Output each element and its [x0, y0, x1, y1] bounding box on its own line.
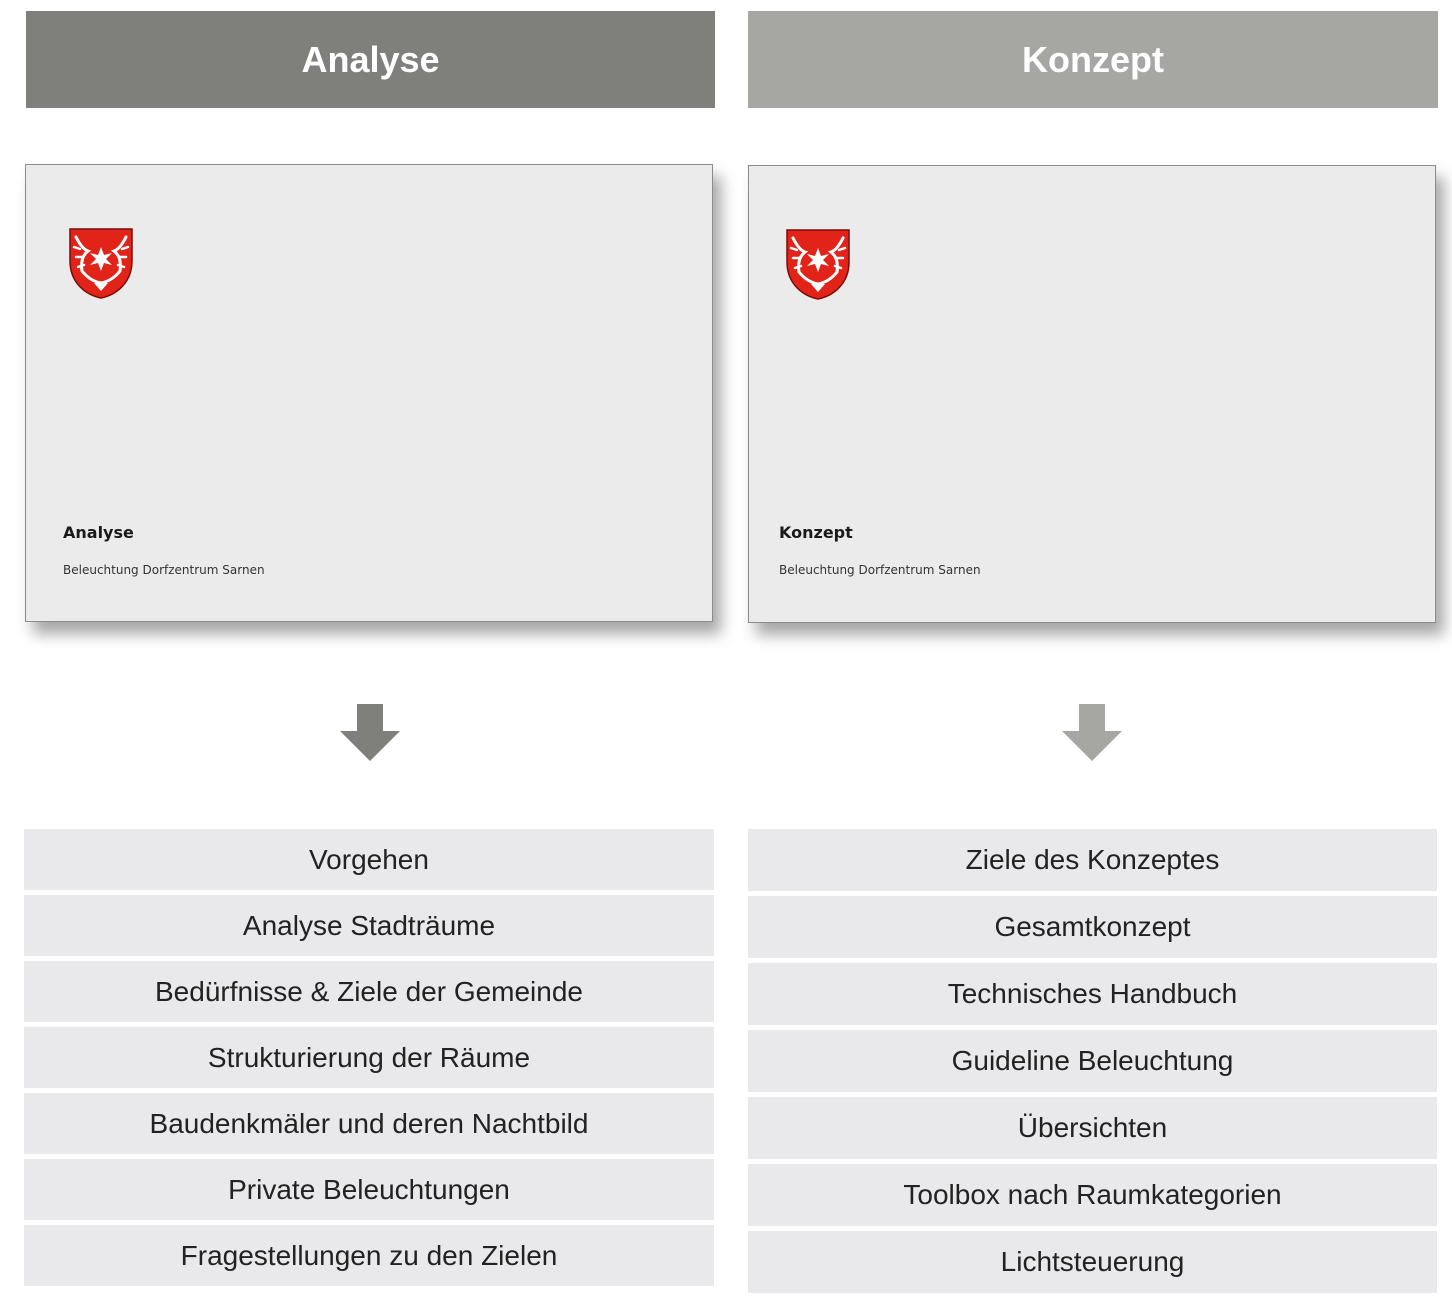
- list-item: Fragestellungen zu den Zielen: [24, 1225, 714, 1286]
- list-item: Guideline Beleuchtung: [748, 1030, 1437, 1092]
- list-item: Technisches Handbuch: [748, 963, 1437, 1025]
- analyse-column: Analyse Analyse Beleuchtung Dorfzentrum …: [24, 0, 715, 1286]
- cover-title: Konzept: [779, 523, 853, 542]
- document-cover: Analyse Beleuchtung Dorfzentrum Sarnen: [25, 164, 713, 622]
- list-item: Toolbox nach Raumkategorien: [748, 1164, 1437, 1226]
- list-item: Vorgehen: [24, 829, 714, 890]
- list-item: Private Beleuchtungen: [24, 1159, 714, 1220]
- arrow-down-icon: [1062, 704, 1122, 761]
- list-item: Bedürfnisse & Ziele der Gemeinde: [24, 961, 714, 1022]
- coat-of-arms-icon: [69, 228, 133, 299]
- list-item: Analyse Stadträume: [24, 895, 714, 956]
- column-header: Konzept: [748, 11, 1438, 108]
- list-item: Gesamtkonzept: [748, 896, 1437, 958]
- topic-list: Vorgehen Analyse Stadträume Bedürfnisse …: [24, 829, 714, 1291]
- arrow-down-icon: [340, 704, 400, 761]
- konzept-column: Konzept Konzept Beleuchtung Dorfzentrum …: [748, 0, 1438, 1293]
- cover-subtitle: Beleuchtung Dorfzentrum Sarnen: [63, 563, 265, 577]
- list-item: Übersichten: [748, 1097, 1437, 1159]
- cover-subtitle: Beleuchtung Dorfzentrum Sarnen: [779, 563, 981, 577]
- cover-title: Analyse: [63, 523, 134, 542]
- list-item: Strukturierung der Räume: [24, 1027, 714, 1088]
- list-item: Ziele des Konzeptes: [748, 829, 1437, 891]
- topic-list: Ziele des Konzeptes Gesamtkonzept Techni…: [748, 829, 1437, 1298]
- list-item: Lichtsteuerung: [748, 1231, 1437, 1293]
- coat-of-arms-icon: [786, 229, 850, 300]
- document-cover: Konzept Beleuchtung Dorfzentrum Sarnen: [748, 165, 1436, 623]
- column-header: Analyse: [26, 11, 715, 108]
- list-item: Baudenkmäler und deren Nachtbild: [24, 1093, 714, 1154]
